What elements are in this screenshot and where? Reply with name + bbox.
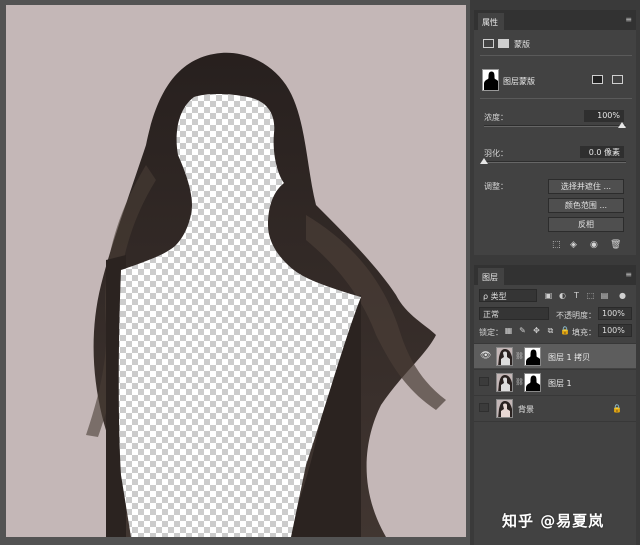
layer-name[interactable]: 图层 1 拷贝	[548, 352, 590, 363]
divider	[480, 98, 632, 99]
visibility-eye-icon[interactable]	[479, 403, 489, 412]
layer-thumbnail	[496, 347, 513, 366]
layer-thumbnail	[496, 373, 513, 392]
select-pixel-mask-icon[interactable]	[592, 75, 603, 84]
feather-slider-track[interactable]	[484, 161, 626, 163]
layer-thumbnail	[496, 399, 513, 418]
panel-menu-icon[interactable]: ≡	[625, 15, 632, 24]
document-image[interactable]	[6, 5, 466, 537]
divider	[474, 421, 636, 422]
filter-shape-icon[interactable]: ⬚	[586, 291, 595, 300]
mask-name: 图层蒙版	[503, 77, 535, 86]
apply-mask-icon[interactable]: ◈	[570, 240, 577, 250]
color-range-button[interactable]: 颜色范围 ...	[548, 198, 624, 213]
layer-row[interactable]: 👁 ⛓ 图层 1 拷贝	[474, 343, 636, 368]
feather-value-field[interactable]: 0.0 像素	[580, 146, 624, 158]
filter-smart-icon[interactable]: ▤	[600, 291, 609, 300]
layer-mask-thumbnail[interactable]	[524, 347, 541, 366]
watermark: 知乎 @易夏岚	[502, 512, 605, 530]
trash-icon[interactable]: 🗑	[610, 240, 621, 250]
fill-field[interactable]: 100%	[598, 324, 632, 337]
blend-mode-select[interactable]: 正常	[479, 307, 549, 320]
select-and-mask-button[interactable]: 选择并遮住 ...	[548, 179, 624, 194]
density-value-field[interactable]: 100%	[584, 110, 624, 122]
lock-label: 锁定：	[479, 328, 503, 337]
fill-label: 填充：	[572, 328, 596, 337]
filter-adjustment-icon[interactable]: ◐	[558, 291, 567, 300]
visibility-eye-icon[interactable]	[479, 377, 489, 386]
layers-content: ρ 类型 ▣ ◐ T ⬚ ▤ ● 正常 不透明度： 100% 锁定： ▦ ✎ ✥…	[474, 285, 636, 545]
layer-name[interactable]: 图层 1	[548, 378, 572, 389]
density-slider-track[interactable]	[484, 125, 626, 127]
layer-mask-thumbnail[interactable]	[524, 373, 541, 392]
layer-name[interactable]: 背景	[518, 404, 534, 415]
properties-content: 蒙版 图层蒙版 浓度： 100% 羽化： 0.0 像素 调整： 选择并遮住 ..…	[474, 30, 636, 255]
visibility-icon[interactable]: ◉	[590, 240, 598, 250]
lock-all-icon[interactable]: 🔒	[560, 326, 570, 335]
lock-position-icon[interactable]: ✥	[532, 326, 541, 335]
tab-layers[interactable]: 图层	[478, 268, 504, 285]
filter-toggle-icon[interactable]: ●	[618, 291, 627, 300]
mask-link-icon[interactable]: ⛓	[515, 378, 524, 386]
filter-type-icon[interactable]: T	[572, 291, 581, 300]
opacity-field[interactable]: 100%	[598, 307, 632, 320]
layer-lock-icon: 🔒	[612, 404, 622, 413]
layer-filter-select[interactable]: ρ 类型	[479, 289, 537, 302]
layer-row[interactable]: ⛓ 图层 1	[474, 369, 636, 394]
mask-thumbnail	[482, 69, 499, 91]
feather-slider-knob[interactable]	[480, 158, 488, 164]
adjust-label: 调整：	[484, 182, 508, 191]
add-vector-mask-icon[interactable]	[612, 75, 623, 84]
pixel-mask-icon[interactable]	[483, 39, 494, 48]
lock-artboard-icon[interactable]: ⧉	[546, 326, 555, 335]
document-canvas-area[interactable]	[0, 0, 468, 545]
layers-panel: 图层 ≡ ρ 类型 ▣ ◐ T ⬚ ▤ ● 正常 不透明度： 100% 锁定： …	[474, 265, 636, 545]
density-slider-knob[interactable]	[618, 122, 626, 128]
vector-mask-icon[interactable]	[498, 39, 509, 48]
panel-menu-icon[interactable]: ≡	[625, 270, 632, 279]
properties-panel: 属性 ≡ 蒙版 图层蒙版 浓度： 100% 羽化： 0.0 像素 调整： 选择并…	[474, 10, 636, 255]
selection-icon[interactable]: ⬚	[552, 240, 561, 250]
visibility-eye-icon[interactable]: 👁	[479, 351, 491, 361]
density-label: 浓度：	[484, 113, 508, 122]
lock-image-icon[interactable]: ✎	[518, 326, 527, 335]
layers-tabbar: 图层 ≡	[474, 265, 636, 285]
invert-button[interactable]: 反相	[548, 217, 624, 232]
cutout-image	[86, 52, 446, 537]
layer-row[interactable]: 背景 🔒	[474, 395, 636, 420]
filter-pixel-icon[interactable]: ▣	[544, 291, 553, 300]
mask-link-icon[interactable]: ⛓	[515, 352, 524, 360]
opacity-label: 不透明度：	[556, 311, 596, 320]
tab-properties[interactable]: 属性	[478, 13, 504, 30]
right-panel-dock: 属性 ≡ 蒙版 图层蒙版 浓度： 100% 羽化： 0.0 像素 调整： 选择并…	[470, 0, 640, 545]
properties-tabbar: 属性 ≡	[474, 10, 636, 30]
lock-transparent-icon[interactable]: ▦	[504, 326, 513, 335]
divider	[480, 55, 632, 56]
mask-tab-label: 蒙版	[514, 40, 530, 49]
